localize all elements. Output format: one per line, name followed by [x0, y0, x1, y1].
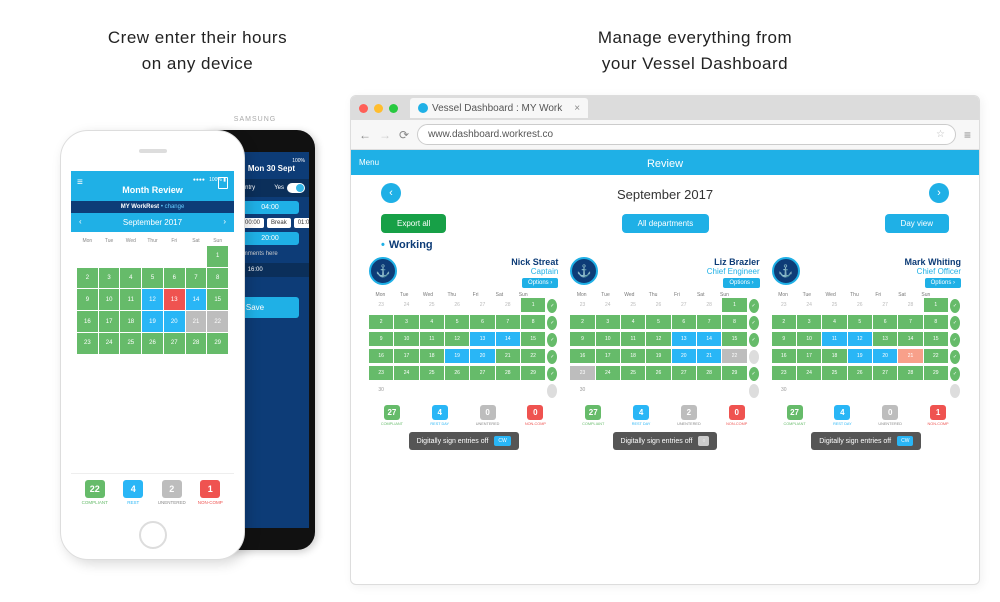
sign-off-button[interactable]: Digitally sign entries off CW — [811, 432, 921, 450]
address-bar[interactable]: www.dashboard.workrest.co☆ — [417, 124, 956, 145]
ios-header: ≡ ●●●● 100% ▮ Month Review — [71, 171, 234, 201]
crew-card: ⚓Liz BrazlerChief EngineerOptions ›MonTu… — [570, 257, 759, 450]
browser-window: Vessel Dashboard : MY Work× ← → ⟳ www.da… — [350, 95, 980, 585]
prev-month-button[interactable]: ‹ — [381, 183, 401, 203]
maximize-icon[interactable] — [389, 104, 398, 113]
sign-off-button[interactable]: Digitally sign entries off CW — [409, 432, 519, 450]
row-check-icon[interactable]: ✓ — [547, 316, 557, 330]
row-check-icon[interactable] — [749, 384, 759, 398]
row-check-icon[interactable]: ✓ — [950, 316, 960, 330]
row-check-icon[interactable]: ✓ — [950, 299, 960, 313]
close-tab-icon[interactable]: × — [574, 103, 580, 114]
home-button[interactable] — [139, 521, 167, 549]
row-check-icon[interactable] — [749, 350, 759, 364]
crew-name: Mark Whiting — [904, 257, 961, 267]
crew-role: Captain — [511, 267, 558, 276]
row-check-icon[interactable]: ✓ — [950, 350, 960, 364]
next-month-button[interactable]: › — [929, 183, 949, 203]
page-title: Review — [351, 158, 979, 170]
reload-icon[interactable]: ⟳ — [399, 128, 409, 142]
options-button[interactable]: Options › — [723, 278, 759, 288]
row-check-icon[interactable]: ✓ — [950, 333, 960, 347]
crew-name: Liz Brazler — [707, 257, 760, 267]
caption-left: Crew enter their hourson any device — [75, 25, 320, 76]
crew-card: ⚓Mark WhitingChief OfficerOptions ›MonTu… — [772, 257, 961, 450]
avatar: ⚓ — [570, 257, 598, 285]
menu-link[interactable]: Menu — [359, 158, 379, 167]
mini-calendar[interactable]: 2324252627281✓2345678✓9101112131415✓1617… — [772, 298, 961, 399]
toggle-icon[interactable] — [287, 183, 305, 193]
back-icon[interactable]: ← — [359, 128, 371, 142]
favicon-icon — [418, 103, 428, 113]
avatar: ⚓ — [369, 257, 397, 285]
row-check-icon[interactable]: ✓ — [547, 299, 557, 313]
row-check-icon[interactable]: ✓ — [749, 316, 759, 330]
crew-role: Chief Officer — [904, 267, 961, 276]
menu-icon[interactable]: ≡ — [77, 177, 83, 188]
calendar-grid[interactable]: 2324252627281234567891011121314151617181… — [77, 246, 228, 375]
page-title: Month Review — [77, 185, 228, 195]
row-check-icon[interactable]: ✓ — [749, 299, 759, 313]
brand-label: SAMSUNG — [195, 116, 315, 123]
forward-icon[interactable]: → — [379, 128, 391, 142]
crew-role: Chief Engineer — [707, 267, 760, 276]
doc-icon[interactable] — [218, 177, 228, 189]
row-check-icon[interactable]: ✓ — [547, 350, 557, 364]
section-heading: •Working — [351, 233, 979, 257]
tab-bar: Vessel Dashboard : MY Work× — [351, 96, 979, 120]
row-check-icon[interactable]: ✓ — [547, 367, 557, 381]
crew-card: ⚓Nick StreatCaptainOptions ›MonTueWedThu… — [369, 257, 558, 450]
browser-tab[interactable]: Vessel Dashboard : MY Work× — [410, 98, 588, 118]
close-icon[interactable] — [359, 104, 368, 113]
star-icon[interactable]: ☆ — [936, 129, 945, 140]
ios-subtitle: MY WorkRest • change — [71, 201, 234, 213]
month-label: September 2017 — [617, 187, 713, 202]
time-entry-2[interactable]: 20:00 — [241, 232, 299, 245]
month-selector[interactable]: September 2017 — [71, 213, 234, 232]
row-check-icon[interactable]: ✓ — [749, 333, 759, 347]
departments-button[interactable]: All departments — [622, 214, 710, 233]
row-check-icon[interactable]: ✓ — [547, 333, 557, 347]
iphone: ≡ ●●●● 100% ▮ Month Review MY WorkRest •… — [60, 130, 245, 560]
dayview-button[interactable]: Day view — [885, 214, 949, 233]
options-button[interactable]: Options › — [925, 278, 961, 288]
export-button[interactable]: Export all — [381, 214, 446, 233]
avatar: ⚓ — [772, 257, 800, 285]
options-button[interactable]: Options › — [522, 278, 558, 288]
row-check-icon[interactable]: ✓ — [950, 367, 960, 381]
break-row[interactable]: 00:00Break01:00 — [241, 218, 305, 228]
minimize-icon[interactable] — [374, 104, 383, 113]
row-check-icon[interactable]: ✓ — [749, 367, 759, 381]
crew-name: Nick Streat — [511, 257, 558, 267]
stats-row: 22COMPLIANT4REST2UNENTERED1NON-COMP — [71, 473, 234, 511]
sign-off-button[interactable]: Digitally sign entries off ○ — [613, 432, 718, 450]
mini-calendar[interactable]: 2324252627281✓2345678✓9101112131415✓1617… — [570, 298, 759, 399]
caption-right: Manage everything fromyour Vessel Dashbo… — [545, 25, 845, 76]
row-check-icon[interactable] — [547, 384, 557, 398]
row-check-icon[interactable] — [950, 384, 960, 398]
mini-calendar[interactable]: 2324252627281✓2345678✓9101112131415✓1617… — [369, 298, 558, 399]
menu-icon[interactable]: ≡ — [964, 128, 971, 142]
time-entry-1[interactable]: 04:00 — [241, 201, 299, 214]
